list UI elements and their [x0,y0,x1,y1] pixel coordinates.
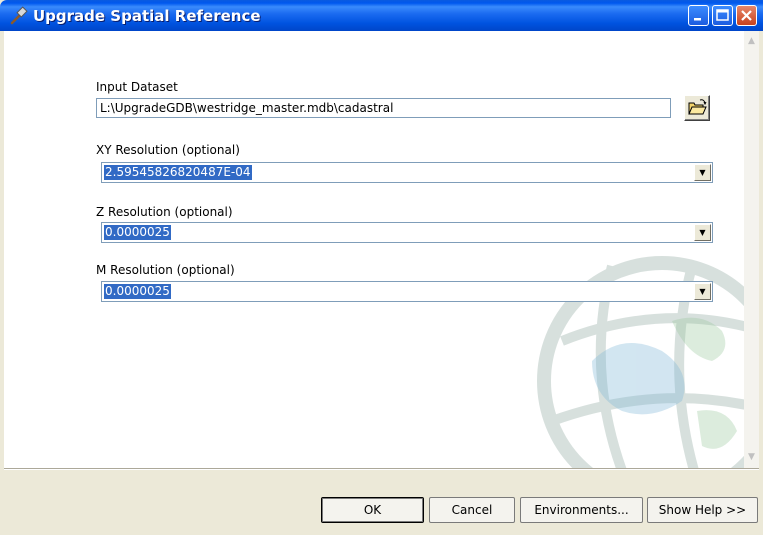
cancel-button[interactable]: Cancel [429,497,515,523]
dialog-window: Upgrade Spatial Reference Input Dataset … [0,0,763,535]
hammer-icon [10,6,28,25]
ok-button[interactable]: OK [321,497,424,523]
globe-watermark-icon [537,256,744,468]
maximize-icon [716,9,729,21]
minimize-button[interactable] [688,5,709,26]
scroll-down-icon[interactable]: ▼ [744,449,759,465]
z-resolution-label: Z Resolution (optional) [96,205,233,219]
z-resolution-dropdown[interactable]: 0.0000025 ▼ [101,222,713,243]
footer-divider [4,468,759,470]
m-resolution-value: 0.0000025 [104,284,171,299]
close-button[interactable] [736,5,757,26]
open-folder-icon [688,99,707,115]
z-resolution-value: 0.0000025 [104,225,171,240]
minimize-icon [694,18,701,21]
window-title: Upgrade Spatial Reference [33,7,261,25]
dialog-body: Input Dataset L:\UpgradeGDB\westridge_ma… [4,31,759,531]
chevron-down-icon[interactable]: ▼ [694,224,711,241]
chevron-down-icon[interactable]: ▼ [694,283,711,300]
m-resolution-dropdown[interactable]: 0.0000025 ▼ [101,281,713,302]
xy-resolution-dropdown[interactable]: 2.59545826820487E-04 ▼ [101,162,713,183]
title-bar[interactable]: Upgrade Spatial Reference [0,0,763,31]
input-dataset-field[interactable]: L:\UpgradeGDB\westridge_master.mdb\cadas… [96,98,671,118]
maximize-button[interactable] [712,5,733,26]
chevron-down-icon[interactable]: ▼ [694,164,711,181]
close-icon [741,10,752,21]
input-dataset-label: Input Dataset [96,80,178,94]
xy-resolution-label: XY Resolution (optional) [96,143,240,157]
vertical-scrollbar[interactable]: ▲ ▼ [744,31,759,468]
scroll-up-icon[interactable]: ▲ [744,33,759,49]
environments-button[interactable]: Environments... [520,497,643,523]
browse-button[interactable] [684,95,710,121]
xy-resolution-value: 2.59545826820487E-04 [104,165,252,180]
show-help-button[interactable]: Show Help >> [647,497,758,523]
parameters-panel: Input Dataset L:\UpgradeGDB\westridge_ma… [4,31,744,468]
m-resolution-label: M Resolution (optional) [96,263,235,277]
